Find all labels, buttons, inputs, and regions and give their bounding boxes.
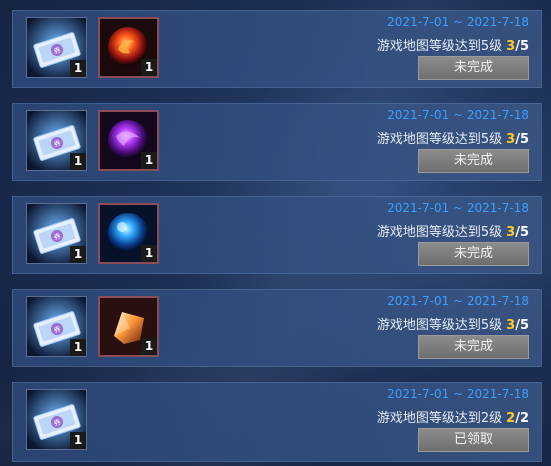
reward-item-slot[interactable]: 1: [98, 203, 159, 264]
progress-current: 3: [506, 318, 516, 333]
date-range: 2021-7-01 ~ 2021-7-18: [387, 201, 529, 215]
progress-goal: 5: [519, 225, 529, 240]
ticket-item-slot[interactable]: 券 1: [26, 389, 87, 450]
progress-goal: 5: [519, 132, 529, 147]
reward-item-slot[interactable]: 1: [98, 17, 159, 78]
ticket-item-slot[interactable]: 券 1: [26, 203, 87, 264]
date-range: 2021-7-01 ~ 2021-7-18: [387, 108, 529, 122]
item-count: 1: [141, 245, 157, 262]
status-button[interactable]: 未完成: [418, 335, 529, 359]
task-text: 游戏地图等级达到5级: [376, 39, 503, 54]
status-button[interactable]: 未完成: [418, 242, 529, 266]
task-text: 游戏地图等级达到5级: [376, 132, 503, 147]
date-range: 2021-7-01 ~ 2021-7-18: [387, 387, 529, 401]
task-text: 游戏地图等级达到5级: [376, 225, 503, 240]
task-row: 券 1 2021-7-01 ~ 2021-7-18 游戏地图等级达到2级 2/2 …: [12, 382, 542, 462]
task-text: 游戏地图等级达到2级: [376, 411, 503, 426]
progress-current: 3: [506, 225, 516, 240]
item-count: 1: [70, 339, 86, 356]
ticket-item-slot[interactable]: 券 1: [26, 110, 87, 171]
reward-item-slot[interactable]: 1: [98, 296, 159, 357]
progress-goal: 5: [519, 318, 529, 333]
task-row: 券 1 1 2021-7-01 ~ 2021-7-18 游戏地图等级达到5级 3/…: [12, 10, 542, 88]
item-count: 1: [141, 59, 157, 76]
task-row: 券 1 1 2021-7-01 ~ 2021-7-18 游戏地图等级达到5级 3/…: [12, 103, 542, 181]
status-button[interactable]: 未完成: [418, 56, 529, 80]
item-count: 1: [141, 152, 157, 169]
progress-current: 3: [506, 39, 516, 54]
item-count: 1: [70, 153, 86, 170]
item-count: 1: [70, 60, 86, 77]
progress-goal: 2: [519, 411, 529, 426]
progress-goal: 5: [519, 39, 529, 54]
task-row: 券 1 1 2021-7-01 ~ 2021-7-18 游戏地图等级达到5级 3/…: [12, 196, 542, 274]
progress-current: 3: [506, 132, 516, 147]
status-button[interactable]: 未完成: [418, 149, 529, 173]
reward-item-slot[interactable]: 1: [98, 110, 159, 171]
task-list: 券 1 1 2021-7-01 ~ 2021-7-18 游戏地图等级达到5级 3/…: [12, 10, 542, 466]
task-row: 券 1 1 2021-7-01 ~ 2021-7-18 游戏地图等级达到5级 3/…: [12, 289, 542, 367]
task-description: 游戏地图等级达到5级 3/5: [377, 35, 529, 54]
date-range: 2021-7-01 ~ 2021-7-18: [387, 15, 529, 29]
task-description: 游戏地图等级达到5级 3/5: [377, 221, 529, 240]
item-count: 1: [70, 432, 86, 449]
status-button[interactable]: 已领取: [418, 428, 529, 452]
task-description: 游戏地图等级达到5级 3/5: [377, 314, 529, 333]
task-description: 游戏地图等级达到2级 2/2: [377, 407, 529, 426]
item-count: 1: [141, 338, 157, 355]
progress-current: 2: [506, 411, 516, 426]
ticket-item-slot[interactable]: 券 1: [26, 17, 87, 78]
item-count: 1: [70, 246, 86, 263]
date-range: 2021-7-01 ~ 2021-7-18: [387, 294, 529, 308]
task-text: 游戏地图等级达到5级: [376, 318, 503, 333]
task-description: 游戏地图等级达到5级 3/5: [377, 128, 529, 147]
ticket-item-slot[interactable]: 券 1: [26, 296, 87, 357]
